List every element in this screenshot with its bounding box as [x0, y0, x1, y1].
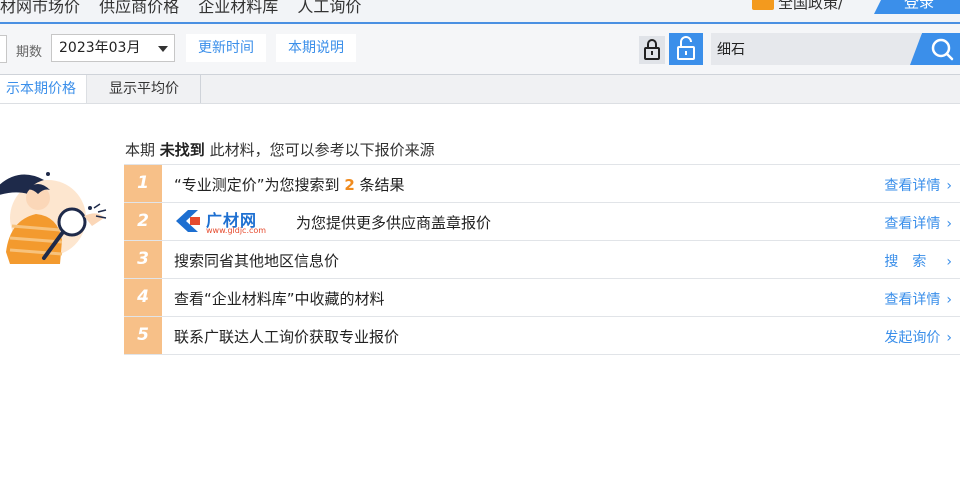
row-text: 查看“企业材料库”中收藏的材料	[174, 290, 385, 308]
lock-icon[interactable]	[639, 36, 665, 64]
top-nav: 材网市场价 供应商价格 企业材料库 人工询价 全国政策/ 登录	[0, 0, 960, 24]
list-item: 1 “专业测定价”为您搜索到 2 条结果 查看详情 ›	[124, 165, 960, 203]
list-item: 5 联系广联达人工询价获取专业报价 发起询价 ›	[124, 317, 960, 355]
period-select[interactable]: 2023年03月	[51, 34, 175, 62]
row-text: 联系广联达人工询价获取专业报价	[174, 328, 400, 346]
gldjc-logo-icon	[176, 210, 200, 232]
row-text: “专业测定价”为您搜索到 2 条结果	[174, 174, 405, 195]
gldjc-logo: 广材网 www.gldjc.com	[172, 207, 284, 237]
view-details-link[interactable]: 查看详情 ›	[884, 175, 952, 195]
region-selector[interactable]: 全国政策/	[752, 0, 843, 13]
chevron-down-icon	[158, 46, 168, 52]
region-select-stub[interactable]	[0, 35, 7, 63]
notice-suffix: 此材料，您可以参考以下报价来源	[209, 141, 435, 159]
period-value: 2023年03月	[59, 40, 141, 56]
view-details-link[interactable]: 查看详情 ›	[884, 213, 952, 233]
chevron-right-icon: ›	[946, 216, 952, 232]
result-count: 2	[344, 176, 355, 194]
notice-prefix: 本期	[125, 141, 156, 159]
period-label: 期数	[16, 45, 43, 60]
region-label: 全国政策/	[778, 0, 844, 12]
nav-link-enterprise-library[interactable]: 企业材料库	[198, 0, 278, 16]
source-list: 1 “专业测定价”为您搜索到 2 条结果 查看详情 › 2 广材网 www.gld…	[124, 164, 960, 355]
search-input[interactable]	[711, 33, 921, 65]
nav-links: 材网市场价 供应商价格 企业材料库 人工询价	[0, 0, 375, 17]
view-details-link[interactable]: 查看详情 ›	[884, 289, 952, 309]
chevron-right-icon: ›	[946, 330, 952, 346]
list-item: 4 查看“企业材料库”中收藏的材料 查看详情 ›	[124, 279, 960, 317]
tab-bar: 示本期价格 显示平均价	[0, 75, 960, 104]
row-text: 搜索同省其他地区信息价	[174, 252, 340, 270]
not-found-notice: 本期 未找到 此材料，您可以参考以下报价来源	[125, 139, 435, 160]
tab-current-price[interactable]: 示本期价格	[0, 75, 87, 103]
filter-bar: 期数 2023年03月 更新时间 本期说明	[0, 24, 960, 75]
list-item: 2 广材网 www.gldjc.com 为您提供更多供应商盖章报价 查看详情 ›	[124, 203, 960, 241]
row-text-after: 条结果	[359, 176, 405, 194]
chevron-right-icon: ›	[946, 292, 952, 308]
tab-average-price[interactable]: 显示平均价	[88, 75, 201, 103]
list-item: 3 搜索同省其他地区信息价 搜索 ›	[124, 241, 960, 279]
gldjc-domain: www.gldjc.com	[206, 226, 267, 235]
action-label: 查看详情	[884, 216, 941, 232]
search-link[interactable]: 搜索 ›	[884, 251, 952, 271]
nav-link-market-price[interactable]: 材网市场价	[0, 0, 80, 16]
row-number: 5	[124, 317, 162, 354]
update-time-button[interactable]: 更新时间	[186, 34, 266, 62]
nav-link-supplier-price[interactable]: 供应商价格	[99, 0, 179, 16]
start-inquiry-link[interactable]: 发起询价 ›	[884, 327, 952, 347]
login-button[interactable]: 登录	[874, 0, 960, 14]
illustration-woman-magnifier	[0, 160, 115, 275]
notice-emphasis: 未找到	[159, 141, 205, 159]
row-number: 1	[124, 165, 162, 202]
flag-icon	[752, 0, 774, 10]
row-number: 2	[124, 203, 162, 240]
nav-link-manual-inquiry[interactable]: 人工询价	[297, 0, 361, 16]
row-text: 为您提供更多供应商盖章报价	[296, 214, 492, 232]
action-label: 查看详情	[884, 292, 941, 308]
unlock-icon[interactable]	[669, 33, 703, 65]
chevron-right-icon: ›	[946, 178, 952, 194]
row-number: 4	[124, 279, 162, 316]
period-explain-button[interactable]: 本期说明	[276, 34, 356, 62]
row-number: 3	[124, 241, 162, 278]
action-label: 发起询价	[884, 330, 941, 346]
row-text-before: “专业测定价”为您搜索到	[174, 176, 340, 194]
chevron-right-icon: ›	[946, 254, 952, 270]
action-label: 搜索	[884, 254, 941, 270]
action-label: 查看详情	[884, 178, 941, 194]
